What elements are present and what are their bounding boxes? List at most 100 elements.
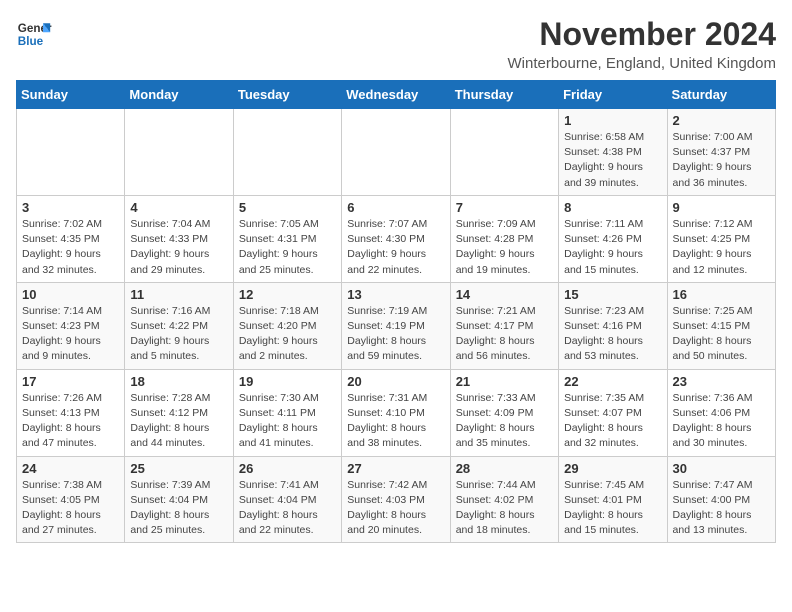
day-cell: 11 Sunrise: 7:16 AM Sunset: 4:22 PM Dayli… bbox=[125, 282, 233, 369]
day-number: 18 bbox=[130, 374, 227, 389]
day-number: 3 bbox=[22, 200, 119, 215]
day-number: 26 bbox=[239, 461, 336, 476]
day-info: Sunrise: 7:26 AM Sunset: 4:13 PM Dayligh… bbox=[22, 391, 119, 452]
day-number: 5 bbox=[239, 200, 336, 215]
day-number: 21 bbox=[456, 374, 553, 389]
header-thursday: Thursday bbox=[450, 81, 558, 109]
day-cell: 19 Sunrise: 7:30 AM Sunset: 4:11 PM Dayli… bbox=[233, 369, 341, 456]
day-cell: 10 Sunrise: 7:14 AM Sunset: 4:23 PM Dayli… bbox=[17, 282, 125, 369]
day-info: Sunrise: 7:31 AM Sunset: 4:10 PM Dayligh… bbox=[347, 391, 444, 452]
day-cell bbox=[342, 109, 450, 196]
day-cell: 6 Sunrise: 7:07 AM Sunset: 4:30 PM Daylig… bbox=[342, 195, 450, 282]
week-row-4: 17 Sunrise: 7:26 AM Sunset: 4:13 PM Dayli… bbox=[17, 369, 776, 456]
day-number: 11 bbox=[130, 287, 227, 302]
day-cell: 7 Sunrise: 7:09 AM Sunset: 4:28 PM Daylig… bbox=[450, 195, 558, 282]
day-info: Sunrise: 7:30 AM Sunset: 4:11 PM Dayligh… bbox=[239, 391, 336, 452]
location: Winterbourne, England, United Kingdom bbox=[508, 55, 777, 72]
day-number: 28 bbox=[456, 461, 553, 476]
day-number: 16 bbox=[673, 287, 770, 302]
day-info: Sunrise: 7:21 AM Sunset: 4:17 PM Dayligh… bbox=[456, 304, 553, 365]
day-cell: 25 Sunrise: 7:39 AM Sunset: 4:04 PM Dayli… bbox=[125, 456, 233, 543]
week-row-1: 1 Sunrise: 6:58 AM Sunset: 4:38 PM Daylig… bbox=[17, 109, 776, 196]
day-number: 30 bbox=[673, 461, 770, 476]
day-cell: 30 Sunrise: 7:47 AM Sunset: 4:00 PM Dayli… bbox=[667, 456, 775, 543]
day-number: 1 bbox=[564, 113, 661, 128]
day-cell: 5 Sunrise: 7:05 AM Sunset: 4:31 PM Daylig… bbox=[233, 195, 341, 282]
day-cell: 24 Sunrise: 7:38 AM Sunset: 4:05 PM Dayli… bbox=[17, 456, 125, 543]
title-block: November 2024 Winterbourne, England, Uni… bbox=[508, 16, 777, 72]
day-cell: 2 Sunrise: 7:00 AM Sunset: 4:37 PM Daylig… bbox=[667, 109, 775, 196]
day-info: Sunrise: 7:09 AM Sunset: 4:28 PM Dayligh… bbox=[456, 217, 553, 278]
day-info: Sunrise: 7:05 AM Sunset: 4:31 PM Dayligh… bbox=[239, 217, 336, 278]
day-cell: 22 Sunrise: 7:35 AM Sunset: 4:07 PM Dayli… bbox=[559, 369, 667, 456]
day-info: Sunrise: 7:23 AM Sunset: 4:16 PM Dayligh… bbox=[564, 304, 661, 365]
day-cell: 15Sunrise: 7:23 AM Sunset: 4:16 PM Dayli… bbox=[559, 282, 667, 369]
day-info: Sunrise: 7:33 AM Sunset: 4:09 PM Dayligh… bbox=[456, 391, 553, 452]
day-cell bbox=[233, 109, 341, 196]
day-info: Sunrise: 6:58 AM Sunset: 4:38 PM Dayligh… bbox=[564, 130, 661, 191]
day-cell: 4Sunrise: 7:04 AM Sunset: 4:33 PM Daylig… bbox=[125, 195, 233, 282]
day-number: 2 bbox=[673, 113, 770, 128]
day-number: 25 bbox=[130, 461, 227, 476]
day-info: Sunrise: 7:14 AM Sunset: 4:23 PM Dayligh… bbox=[22, 304, 119, 365]
svg-text:Blue: Blue bbox=[18, 35, 44, 48]
day-info: Sunrise: 7:19 AM Sunset: 4:19 PM Dayligh… bbox=[347, 304, 444, 365]
header-tuesday: Tuesday bbox=[233, 81, 341, 109]
day-cell bbox=[17, 109, 125, 196]
day-info: Sunrise: 7:41 AM Sunset: 4:04 PM Dayligh… bbox=[239, 478, 336, 539]
day-number: 24 bbox=[22, 461, 119, 476]
logo-icon: General Blue bbox=[16, 16, 52, 52]
day-cell: 20 Sunrise: 7:31 AM Sunset: 4:10 PM Dayli… bbox=[342, 369, 450, 456]
header-saturday: Saturday bbox=[667, 81, 775, 109]
day-number: 8 bbox=[564, 200, 661, 215]
day-number: 14 bbox=[456, 287, 553, 302]
day-cell: 8 Sunrise: 7:11 AM Sunset: 4:26 PM Daylig… bbox=[559, 195, 667, 282]
day-cell: 14 Sunrise: 7:21 AM Sunset: 4:17 PM Dayli… bbox=[450, 282, 558, 369]
day-cell: 28 Sunrise: 7:44 AM Sunset: 4:02 PM Dayli… bbox=[450, 456, 558, 543]
day-cell: 21 Sunrise: 7:33 AM Sunset: 4:09 PM Dayli… bbox=[450, 369, 558, 456]
day-info: Sunrise: 7:16 AM Sunset: 4:22 PM Dayligh… bbox=[130, 304, 227, 365]
day-info: Sunrise: 7:45 AM Sunset: 4:01 PM Dayligh… bbox=[564, 478, 661, 539]
month-title: November 2024 bbox=[508, 16, 777, 53]
day-cell bbox=[125, 109, 233, 196]
day-number: 27 bbox=[347, 461, 444, 476]
day-number: 6 bbox=[347, 200, 444, 215]
day-number: 10 bbox=[22, 287, 119, 302]
day-info: Sunrise: 7:44 AM Sunset: 4:02 PM Dayligh… bbox=[456, 478, 553, 539]
day-info: Sunrise: 7:42 AM Sunset: 4:03 PM Dayligh… bbox=[347, 478, 444, 539]
day-info: Sunrise: 7:47 AM Sunset: 4:00 PM Dayligh… bbox=[673, 478, 770, 539]
day-cell: 17 Sunrise: 7:26 AM Sunset: 4:13 PM Dayli… bbox=[17, 369, 125, 456]
header-wednesday: Wednesday bbox=[342, 81, 450, 109]
day-info: Sunrise: 7:07 AM Sunset: 4:30 PM Dayligh… bbox=[347, 217, 444, 278]
week-row-2: 3Sunrise: 7:02 AM Sunset: 4:35 PM Daylig… bbox=[17, 195, 776, 282]
day-number: 17 bbox=[22, 374, 119, 389]
week-row-3: 10 Sunrise: 7:14 AM Sunset: 4:23 PM Dayli… bbox=[17, 282, 776, 369]
day-cell: 3Sunrise: 7:02 AM Sunset: 4:35 PM Daylig… bbox=[17, 195, 125, 282]
day-number: 20 bbox=[347, 374, 444, 389]
day-info: Sunrise: 7:11 AM Sunset: 4:26 PM Dayligh… bbox=[564, 217, 661, 278]
day-number: 22 bbox=[564, 374, 661, 389]
day-info: Sunrise: 7:12 AM Sunset: 4:25 PM Dayligh… bbox=[673, 217, 770, 278]
day-info: Sunrise: 7:28 AM Sunset: 4:12 PM Dayligh… bbox=[130, 391, 227, 452]
day-number: 19 bbox=[239, 374, 336, 389]
header-sunday: Sunday bbox=[17, 81, 125, 109]
day-cell: 13 Sunrise: 7:19 AM Sunset: 4:19 PM Dayli… bbox=[342, 282, 450, 369]
day-info: Sunrise: 7:38 AM Sunset: 4:05 PM Dayligh… bbox=[22, 478, 119, 539]
day-cell: 1 Sunrise: 6:58 AM Sunset: 4:38 PM Daylig… bbox=[559, 109, 667, 196]
day-info: Sunrise: 7:18 AM Sunset: 4:20 PM Dayligh… bbox=[239, 304, 336, 365]
day-cell: 12Sunrise: 7:18 AM Sunset: 4:20 PM Dayli… bbox=[233, 282, 341, 369]
day-cell: 26 Sunrise: 7:41 AM Sunset: 4:04 PM Dayli… bbox=[233, 456, 341, 543]
day-cell: 18 Sunrise: 7:28 AM Sunset: 4:12 PM Dayli… bbox=[125, 369, 233, 456]
day-number: 9 bbox=[673, 200, 770, 215]
day-info: Sunrise: 7:35 AM Sunset: 4:07 PM Dayligh… bbox=[564, 391, 661, 452]
day-cell: 9 Sunrise: 7:12 AM Sunset: 4:25 PM Daylig… bbox=[667, 195, 775, 282]
logo: General Blue bbox=[16, 16, 52, 52]
day-number: 7 bbox=[456, 200, 553, 215]
day-info: Sunrise: 7:00 AM Sunset: 4:37 PM Dayligh… bbox=[673, 130, 770, 191]
day-info: Sunrise: 7:39 AM Sunset: 4:04 PM Dayligh… bbox=[130, 478, 227, 539]
day-number: 13 bbox=[347, 287, 444, 302]
day-info: Sunrise: 7:25 AM Sunset: 4:15 PM Dayligh… bbox=[673, 304, 770, 365]
calendar-table: SundayMondayTuesdayWednesdayThursdayFrid… bbox=[16, 80, 776, 543]
header-row: SundayMondayTuesdayWednesdayThursdayFrid… bbox=[17, 81, 776, 109]
header-monday: Monday bbox=[125, 81, 233, 109]
